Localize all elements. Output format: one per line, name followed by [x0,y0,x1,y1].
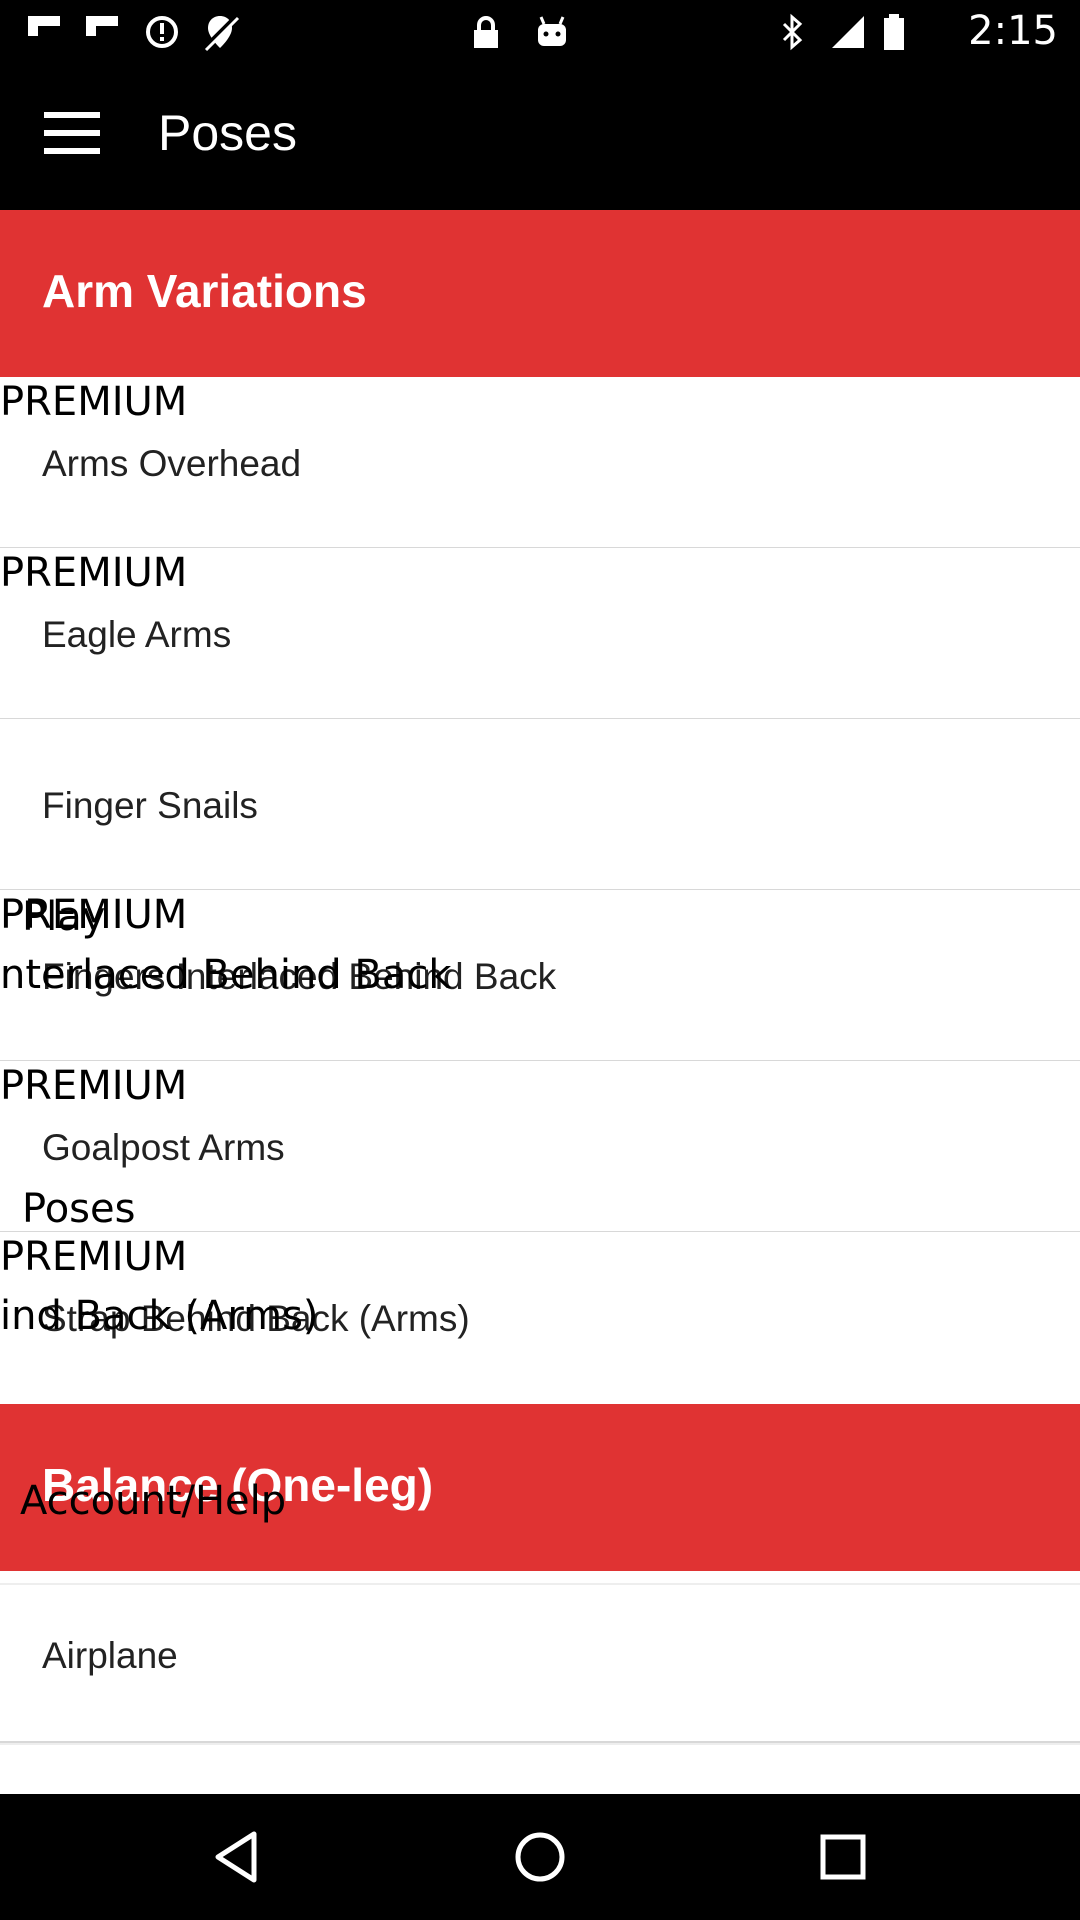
pose-name: Finger Snails [42,785,258,826]
lock-icon [474,16,498,48]
drawer-item-poses[interactable]: Poses [22,1186,135,1232]
navigation-bar [0,1794,1080,1920]
app-bar: Poses [0,64,1080,210]
location-off-icon [202,14,240,52]
list-item[interactable]: PREMIUM Eagle Arms [0,548,1080,720]
home-circle-icon[interactable] [507,1824,573,1890]
section-label: Arm Variations [42,265,367,317]
page-title: Poses [158,105,297,161]
list-item[interactable]: PREMIUM Goalpost Arms [0,1061,1080,1233]
status-bar: 2:15 [0,0,1080,64]
drawer-item-account-help[interactable]: Account/Help [20,1478,286,1524]
recents-square-icon[interactable] [810,1824,876,1890]
section-header: Arm Variations [0,210,1080,377]
sync-problem-icon [146,16,178,48]
battery-icon [884,14,904,50]
drawer-item-play[interactable]: Play [22,894,105,940]
flipboard-icon [28,16,60,36]
bluetooth-icon [782,13,803,51]
drawer-ghost-text: nterlaced Behind Back [0,952,452,998]
back-triangle-icon[interactable] [204,1824,270,1890]
android-icon [538,16,566,46]
signal-icon [832,16,864,48]
pose-name: Eagle Arms [42,614,232,655]
premium-badge: PREMIUM [0,1063,188,1109]
pose-name: Goalpost Arms [42,1127,285,1168]
list-item[interactable]: Finger Snails [0,719,1080,891]
list-item-partial [0,1743,1080,1796]
drawer-ghost-text: ind Back (Arms) [0,1293,319,1339]
hamburger-menu-icon[interactable] [44,112,100,156]
pose-name: Arms Overhead [42,443,302,484]
status-time: 2:15 [968,8,1058,54]
premium-badge: PREMIUM [0,379,188,425]
list-item[interactable]: Airplane [0,1583,1080,1743]
pose-name: Airplane [42,1635,178,1676]
flipboard-icon [86,16,118,36]
list-item[interactable]: PREMIUM Arms Overhead [0,377,1080,549]
premium-badge: PREMIUM [0,550,188,596]
premium-badge: PREMIUM [0,1234,188,1280]
